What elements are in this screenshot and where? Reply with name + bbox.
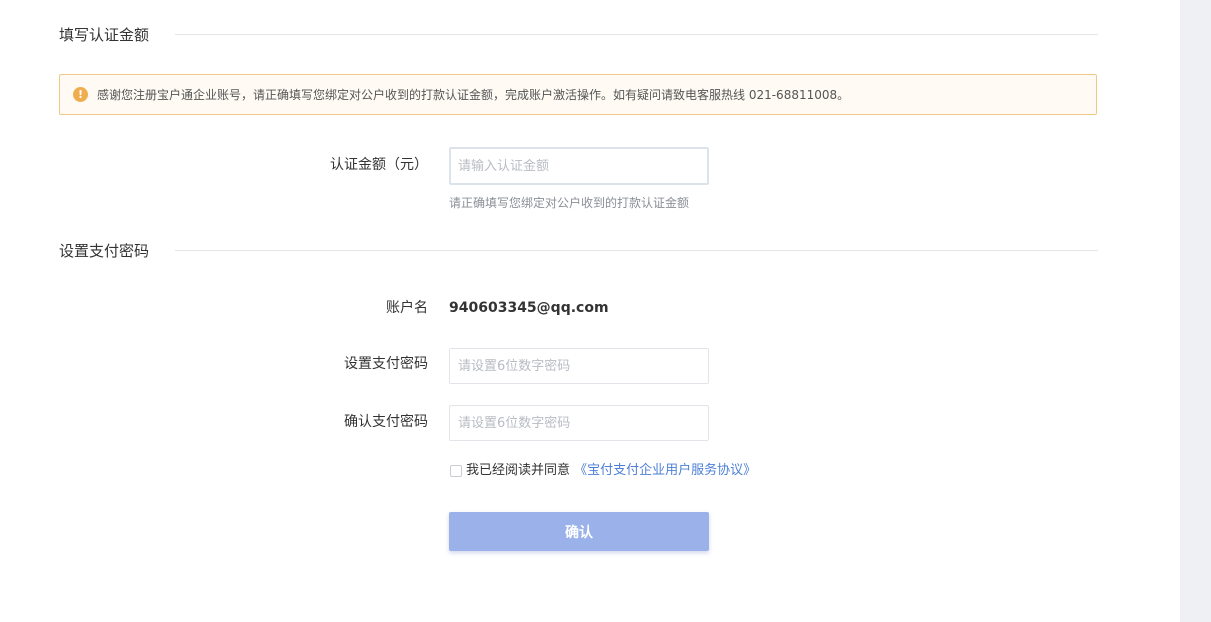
amount-hint: 请正确填写您绑定对公户收到的打款认证金额 <box>449 196 690 210</box>
agreement-link[interactable]: 《宝付支付企业用户服务协议》 <box>574 463 756 478</box>
confirm-button[interactable]: 确认 <box>449 512 709 551</box>
warning-icon: ! <box>73 87 88 102</box>
password-input[interactable] <box>449 348 709 384</box>
section-divider <box>175 250 1098 251</box>
password-label: 设置支付密码 <box>344 356 428 372</box>
section-divider <box>175 34 1098 35</box>
account-value: 940603345@qq.com <box>449 300 609 316</box>
section-title-amount: 填写认证金额 <box>59 26 150 44</box>
notice-text: 感谢您注册宝户通企业账号，请正确填写您绑定对公户收到的打款认证金额，完成账户激活… <box>97 88 850 102</box>
notice-banner: ! 感谢您注册宝户通企业账号，请正确填写您绑定对公户收到的打款认证金额，完成账户… <box>59 74 1097 115</box>
amount-input[interactable] <box>449 147 709 185</box>
agreement-checkbox[interactable] <box>450 465 462 477</box>
right-side-panel <box>1180 0 1211 622</box>
confirm-password-input[interactable] <box>449 405 709 441</box>
agreement-prefix: 我已经阅读并同意 <box>466 463 571 478</box>
account-label: 账户名 <box>386 300 428 316</box>
confirm-password-label: 确认支付密码 <box>344 414 428 430</box>
agreement-text: 我已经阅读并同意 《宝付支付企业用户服务协议》 <box>466 462 756 480</box>
section-title-password: 设置支付密码 <box>59 242 150 260</box>
amount-label: 认证金额（元） <box>330 157 428 173</box>
